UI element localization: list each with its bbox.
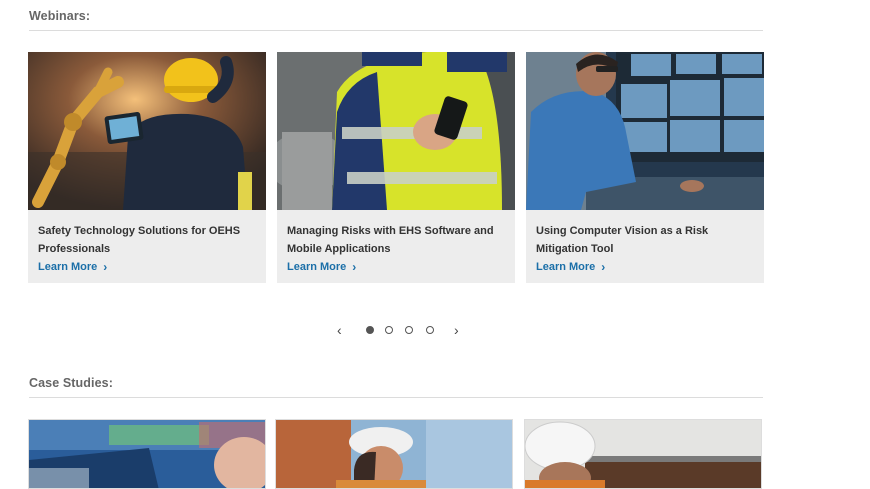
case-studies-heading: Case Studies: [29,376,113,390]
case-study-card-1[interactable] [28,419,266,489]
chevron-left-icon[interactable]: ‹ [337,322,342,338]
carousel-dot-3[interactable] [405,326,413,334]
webinar-title-2: Managing Risks with EHS Software and Mob… [287,225,494,255]
case-studies-divider [29,397,763,398]
case-study-image-1 [29,420,265,488]
carousel-dot-2[interactable] [385,326,393,334]
case-study-card-3[interactable] [524,419,762,489]
carousel-dot-1[interactable] [366,326,374,334]
chevron-right-icon[interactable]: › [454,322,459,338]
webinar-card-2[interactable]: Managing Risks with EHS Software and Mob… [277,52,515,283]
webinar-image-3 [526,52,764,210]
case-study-image-2 [276,420,512,488]
webinar-card-1[interactable]: Safety Technology Solutions for OEHS Pro… [28,52,266,283]
webinars-divider [29,30,763,31]
chevron-right-icon: › [601,260,606,274]
chevron-right-icon: › [352,260,357,274]
case-study-card-2[interactable] [275,419,513,489]
case-study-image-3 [525,420,761,488]
learn-more-link-2[interactable]: Learn More › [287,260,356,274]
carousel-pager: ‹ › [333,322,469,340]
webinar-title-1: Safety Technology Solutions for OEHS Pro… [38,225,241,255]
carousel-dot-4[interactable] [426,326,434,334]
webinars-heading: Webinars: [29,9,91,23]
webinar-title-3: Using Computer Vision as a Risk Mitigati… [536,225,709,255]
learn-more-label-1: Learn More [38,261,98,273]
learn-more-link-1[interactable]: Learn More › [38,260,107,274]
learn-more-label-3: Learn More [536,261,596,273]
webinar-card-3[interactable]: Using Computer Vision as a Risk Mitigati… [526,52,764,283]
learn-more-label-2: Learn More [287,261,347,273]
webinar-image-2 [277,52,515,210]
webinar-image-1 [28,52,266,210]
chevron-right-icon: › [103,260,108,274]
learn-more-link-3[interactable]: Learn More › [536,260,605,274]
